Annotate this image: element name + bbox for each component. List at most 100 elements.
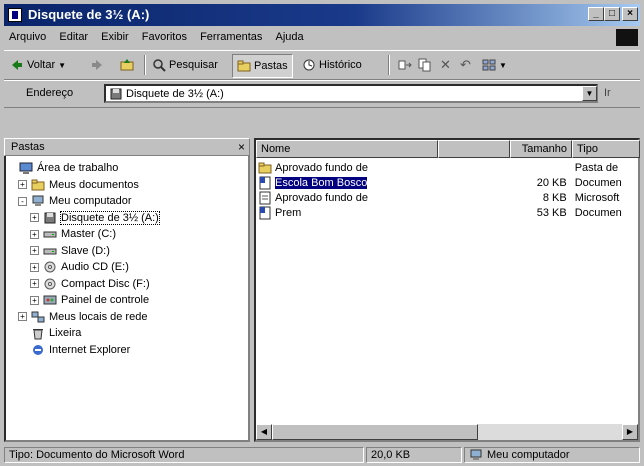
views-dropdown-icon: ▼: [499, 60, 507, 70]
undo-button[interactable]: ↶: [460, 54, 471, 76]
horizontal-scrollbar[interactable]: ◀ ▶: [256, 424, 638, 440]
tree-node-label: Área de trabalho: [37, 162, 119, 174]
search-label: Pesquisar: [169, 59, 218, 71]
expand-toggle-icon[interactable]: +: [30, 295, 39, 305]
file-name-cell: Escola Bom Bosco: [258, 176, 505, 190]
column-header-name[interactable]: Nome: [256, 140, 438, 158]
scroll-left-icon[interactable]: ◀: [256, 424, 272, 440]
expand-toggle-icon[interactable]: -: [18, 196, 27, 206]
expand-toggle-icon[interactable]: +: [30, 279, 39, 288]
tree-node-label: Meus locais de rede: [49, 310, 148, 323]
toolbar-separator: [388, 55, 390, 75]
folder-pane-title: Pastas: [11, 141, 45, 153]
explorer-window: Disquete de 3½ (A:) _ □ × Arquivo Editar…: [0, 0, 644, 466]
tree-node[interactable]: + Compact Disc (F:): [30, 276, 150, 292]
address-dropdown-icon[interactable]: ▼: [582, 86, 597, 101]
file-name: Prem: [275, 207, 302, 219]
views-icon: [482, 59, 496, 71]
up-folder-button[interactable]: [120, 54, 134, 76]
tree-node-label: Master (C:): [61, 228, 116, 240]
window-icon[interactable]: [8, 8, 22, 22]
tree-node[interactable]: Lixeira: [18, 325, 81, 341]
copy-to-button[interactable]: [418, 54, 432, 76]
scrollbar-thumb[interactable]: [272, 424, 478, 440]
folder-icon: [31, 179, 45, 190]
up-folder-icon: [120, 59, 134, 71]
tree-node[interactable]: + Disquete de 3½ (A:): [30, 210, 160, 226]
column-header-size[interactable]: Tamanho: [510, 140, 572, 158]
forward-button[interactable]: [90, 54, 104, 76]
file-list-pane: Nome Tamanho Tipo Aprovado fundo de Pasta…: [254, 138, 640, 442]
standard-toolbar: Voltar ▼ Pesquisar Pastas Histórico ✕ ↶ …: [4, 50, 640, 80]
tree-node[interactable]: - Meu computador: [18, 193, 132, 209]
menu-exibir[interactable]: Exibir: [96, 28, 134, 46]
expand-toggle-icon[interactable]: +: [30, 229, 39, 239]
tree-node[interactable]: + Painel de controle: [30, 292, 149, 308]
tree-node[interactable]: + Master (C:): [30, 226, 116, 242]
expand-toggle-icon[interactable]: +: [18, 312, 27, 321]
delete-button[interactable]: ✕: [440, 54, 451, 76]
file-row[interactable]: Aprovado fundo de Pasta de: [258, 160, 638, 176]
back-button[interactable]: Voltar ▼: [10, 54, 66, 76]
floppy-icon: [110, 88, 122, 99]
column-header-type[interactable]: Tipo: [572, 140, 640, 158]
tree-node-label: Lixeira: [49, 327, 82, 339]
folder-icon: [258, 162, 272, 174]
menu-arquivo[interactable]: Arquivo: [4, 28, 51, 46]
menu-ajuda[interactable]: Ajuda: [270, 28, 308, 46]
views-button[interactable]: ▼: [482, 54, 507, 76]
expand-toggle-icon[interactable]: +: [30, 213, 39, 222]
file-name: Escola Bom Bosco: [275, 177, 368, 189]
tree-node[interactable]: + Audio CD (E:): [30, 259, 129, 275]
tree-node[interactable]: Internet Explorer: [18, 342, 130, 358]
search-icon: [153, 59, 166, 72]
tree-node[interactable]: + Slave (D:): [30, 243, 110, 259]
expand-toggle-icon[interactable]: +: [30, 246, 39, 255]
expand-toggle-icon[interactable]: +: [30, 262, 39, 272]
back-dropdown-icon[interactable]: ▼: [58, 61, 66, 70]
address-label: Endereço: [26, 87, 74, 99]
control-panel-icon: [43, 295, 57, 305]
close-button[interactable]: ×: [622, 7, 638, 21]
tree-node-label: Internet Explorer: [49, 343, 131, 356]
file-type: Documen: [574, 177, 622, 189]
computer-icon: [470, 449, 482, 460]
folders-button[interactable]: Pastas: [232, 54, 293, 78]
tree-node[interactable]: Área de trabalho: [6, 160, 118, 176]
search-button[interactable]: Pesquisar: [152, 54, 218, 76]
menu-editar[interactable]: Editar: [54, 28, 93, 46]
file-row[interactable]: Escola Bom Bosco 20 KB Documen: [258, 175, 638, 191]
scroll-right-icon[interactable]: ▶: [622, 424, 638, 440]
file-name-cell: Prem: [258, 206, 505, 220]
menu-ferramentas[interactable]: Ferramentas: [195, 28, 267, 46]
title-bar[interactable]: Disquete de 3½ (A:) _ □ ×: [4, 4, 640, 26]
recycle-bin-icon: [33, 329, 43, 340]
tree-node[interactable]: + Meus documentos: [18, 177, 139, 193]
history-label: Histórico: [319, 59, 362, 71]
maximize-button[interactable]: □: [604, 7, 620, 21]
file-size: 53 KB: [536, 207, 567, 219]
minimize-button[interactable]: _: [588, 7, 604, 21]
address-input[interactable]: Disquete de 3½ (A:): [104, 84, 598, 103]
menu-favoritos[interactable]: Favoritos: [137, 28, 192, 46]
network-icon: [31, 311, 45, 322]
file-name: Aprovado fundo de: [275, 162, 368, 174]
file-row[interactable]: Aprovado fundo de 8 KB Microsoft: [258, 190, 638, 206]
history-icon: [303, 59, 315, 71]
close-pane-icon[interactable]: ×: [238, 140, 245, 154]
tree-node-label: Slave (D:): [61, 244, 110, 257]
floppy-icon: [44, 212, 56, 223]
tree-node[interactable]: + Meus locais de rede: [18, 309, 147, 325]
column-header-blank[interactable]: [438, 140, 510, 158]
history-button[interactable]: Histórico: [302, 54, 362, 76]
expand-toggle-icon[interactable]: +: [18, 180, 27, 189]
file-row[interactable]: Prem 53 KB Documen: [258, 205, 638, 221]
go-button[interactable]: Ir: [604, 87, 611, 99]
move-to-button[interactable]: [398, 54, 412, 76]
folders-label: Pastas: [254, 60, 288, 72]
undo-icon: ↶: [460, 57, 471, 72]
status-bar: Tipo: Documento do Microsoft Word 20,0 K…: [4, 446, 640, 464]
move-to-icon: [398, 60, 412, 70]
tree-node-label: Audio CD (E:): [61, 261, 129, 273]
back-label: Voltar: [27, 59, 56, 71]
